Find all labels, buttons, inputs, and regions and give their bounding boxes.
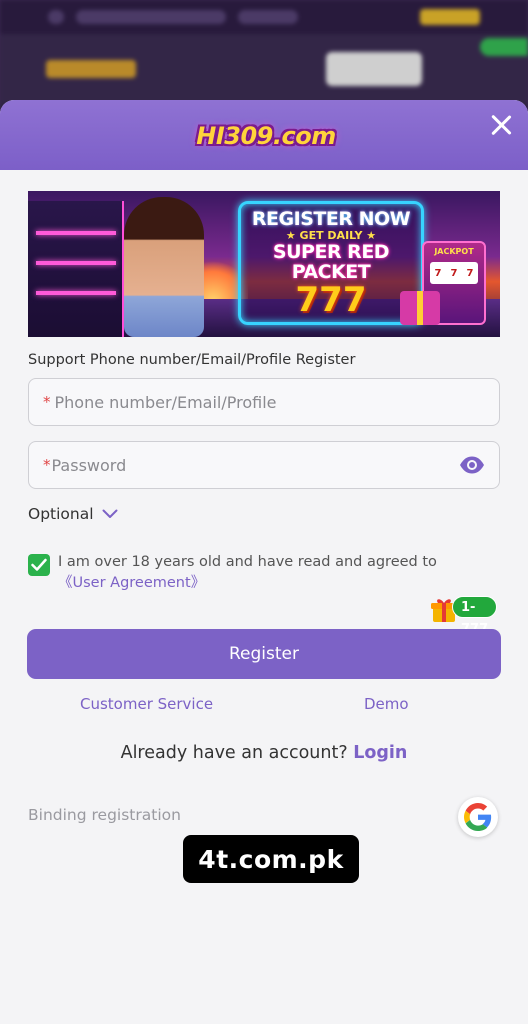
close-icon[interactable] xyxy=(486,110,516,140)
banner-neon-sign: REGISTER NOW ★ GET DAILY ★ SUPER RED PAC… xyxy=(238,201,424,325)
promo-banner[interactable]: REGISTER NOW ★ GET DAILY ★ SUPER RED PAC… xyxy=(28,191,500,337)
slot-reel: 7 xyxy=(450,267,458,279)
support-label: Support Phone number/Email/Profile Regis… xyxy=(28,352,356,368)
demo-link[interactable]: Demo xyxy=(364,695,409,713)
required-mark: * xyxy=(43,393,51,411)
background-header xyxy=(0,34,528,104)
already-account-prompt: Already have an account? xyxy=(120,743,348,763)
phone-email-input[interactable]: * Phone number/Email/Profile xyxy=(28,378,500,426)
brand-logo: HI309.com xyxy=(186,114,346,158)
optional-label: Optional xyxy=(28,505,94,523)
gift-badge-label: 1-777 xyxy=(452,596,498,637)
modal-header: HI309.com xyxy=(0,100,528,170)
brand-logo-text: HI309.com xyxy=(196,122,336,150)
agreement-row: I am over 18 years old and have read and… xyxy=(28,552,488,594)
password-input[interactable]: * Password xyxy=(28,441,500,489)
agreement-checkbox[interactable] xyxy=(28,554,50,576)
password-placeholder: Password xyxy=(51,455,127,475)
banner-model-image xyxy=(124,197,204,337)
phone-placeholder: Phone number/Email/Profile xyxy=(54,392,277,412)
slot-reel: 7 xyxy=(434,267,442,279)
customer-service-link[interactable]: Customer Service xyxy=(80,695,213,713)
banner-gift-icon xyxy=(400,291,440,325)
eye-icon[interactable] xyxy=(459,455,485,475)
banner-amount: 777 xyxy=(295,280,367,320)
already-account-row: Already have an account? Login xyxy=(0,743,528,763)
agreement-text: I am over 18 years old and have read and… xyxy=(58,554,437,570)
google-icon xyxy=(464,803,492,831)
check-icon xyxy=(31,558,47,571)
binding-registration-label: Binding registration xyxy=(28,806,181,824)
register-button[interactable]: Register xyxy=(27,629,501,679)
google-login-button[interactable] xyxy=(458,797,498,837)
chevron-down-icon xyxy=(102,509,118,518)
required-mark: * xyxy=(43,456,51,474)
optional-toggle[interactable]: Optional xyxy=(28,505,118,523)
background-topbar xyxy=(0,0,528,34)
banner-headline: REGISTER NOW xyxy=(251,208,411,230)
banner-line3: SUPER RED xyxy=(272,241,390,263)
login-link[interactable]: Login xyxy=(353,743,407,763)
banner-line4: PACKET xyxy=(291,261,371,283)
banner-building xyxy=(28,201,124,337)
watermark: 4t.com.pk xyxy=(183,835,359,883)
register-modal: HI309.com REGISTER NOW ★ GET DAILY ★ SUP… xyxy=(0,100,528,1024)
background-app xyxy=(0,0,528,110)
user-agreement-link[interactable]: 《User Agreement》 xyxy=(58,575,205,591)
slot-reel: 7 xyxy=(466,267,474,279)
slot-label: JACKPOT xyxy=(434,247,474,256)
